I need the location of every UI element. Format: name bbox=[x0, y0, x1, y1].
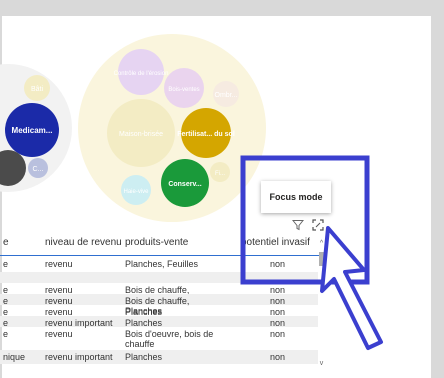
scroll-up-arrow[interactable]: ^ bbox=[317, 240, 326, 248]
bubble-label: Bâti bbox=[31, 86, 44, 93]
bubble-label: Haie-vive bbox=[123, 189, 149, 195]
table-row[interactable]: e revenu Planches non bbox=[0, 305, 318, 317]
table-row[interactable]: erevenuBois de chauffe, Planchesnon bbox=[0, 294, 318, 316]
bubble-label: C... bbox=[33, 166, 44, 173]
scroll-down-arrow[interactable]: v bbox=[317, 360, 326, 368]
column-header[interactable]: produits-vente bbox=[125, 237, 188, 248]
bubble-label: Bois-ventes bbox=[168, 87, 199, 93]
bubble[interactable]: C... bbox=[28, 158, 48, 178]
table-scrollbar[interactable]: ^ v bbox=[317, 228, 326, 378]
column-header[interactable]: niveau de revenu bbox=[45, 237, 122, 248]
bubble-label: Maison-brisée bbox=[119, 131, 163, 138]
table-cell: Planches, Feuilles bbox=[125, 259, 199, 269]
table-cell: e bbox=[3, 329, 9, 339]
column-header[interactable]: potentiel invasif bbox=[241, 237, 310, 248]
table-cell: non bbox=[270, 259, 286, 269]
table-cell: Bois d'oeuvre, bois de chauffe bbox=[125, 329, 214, 349]
table-cell: e bbox=[3, 259, 9, 269]
table-cell: non bbox=[270, 352, 286, 362]
bubble-label: Conserv... bbox=[168, 181, 201, 188]
window-top-border bbox=[0, 0, 444, 16]
table-row[interactable] bbox=[0, 272, 318, 283]
bubble[interactable]: Medicam... bbox=[5, 103, 59, 157]
table-row[interactable]: nique revenu important Planches non bbox=[0, 350, 318, 364]
table-header: e niveau de revenu produits-vente potent… bbox=[0, 228, 326, 256]
bubble[interactable]: Fi... bbox=[210, 162, 230, 182]
table-cell: revenu important bbox=[45, 352, 113, 362]
table-cell: nique bbox=[3, 352, 26, 362]
table-row[interactable]: e revenu Bois d'oeuvre, bois de chauffe non bbox=[0, 327, 318, 350]
table-row[interactable]: erevenuBois de chauffe, Planchesnon bbox=[0, 283, 318, 305]
bubble-label: Contrôle de l'érosion bbox=[114, 71, 169, 77]
arrow-cursor-icon bbox=[320, 226, 383, 350]
table-cell: Planches bbox=[125, 352, 163, 362]
bubble-label: Ombr... bbox=[215, 92, 238, 99]
table-cell: non bbox=[270, 329, 286, 339]
bubble[interactable]: Bâti bbox=[24, 75, 50, 101]
bubble[interactable]: Conserv... bbox=[161, 159, 209, 207]
bubble[interactable]: Maison-brisée bbox=[107, 99, 175, 167]
bubble[interactable]: Ombr... bbox=[213, 81, 239, 107]
bubble-label: Medicam... bbox=[12, 126, 53, 135]
bubble[interactable]: Haie-vive bbox=[121, 175, 151, 205]
focus-mode-tooltip: Focus mode bbox=[261, 181, 331, 213]
bubble-label: Fi... bbox=[215, 171, 225, 177]
window-right-border bbox=[431, 0, 444, 378]
bubble-label: Fertilisat... du sol bbox=[177, 131, 235, 138]
bubble[interactable]: Bois-ventes bbox=[164, 68, 204, 108]
table-row[interactable]: e revenu Planches, Feuilles non bbox=[0, 257, 318, 269]
column-header[interactable]: e bbox=[3, 237, 9, 248]
table-cell: revenu bbox=[45, 259, 73, 269]
scroll-thumb[interactable] bbox=[319, 252, 324, 266]
bubble-chart: Bâti Medicam... C... Contrôle de l'érosi… bbox=[0, 34, 266, 222]
table-row[interactable]: e revenu important Planches non bbox=[0, 316, 318, 328]
table-cell: revenu bbox=[45, 329, 73, 339]
data-table: e niveau de revenu produits-vente potent… bbox=[0, 228, 326, 378]
tooltip-label: Focus mode bbox=[269, 192, 323, 202]
